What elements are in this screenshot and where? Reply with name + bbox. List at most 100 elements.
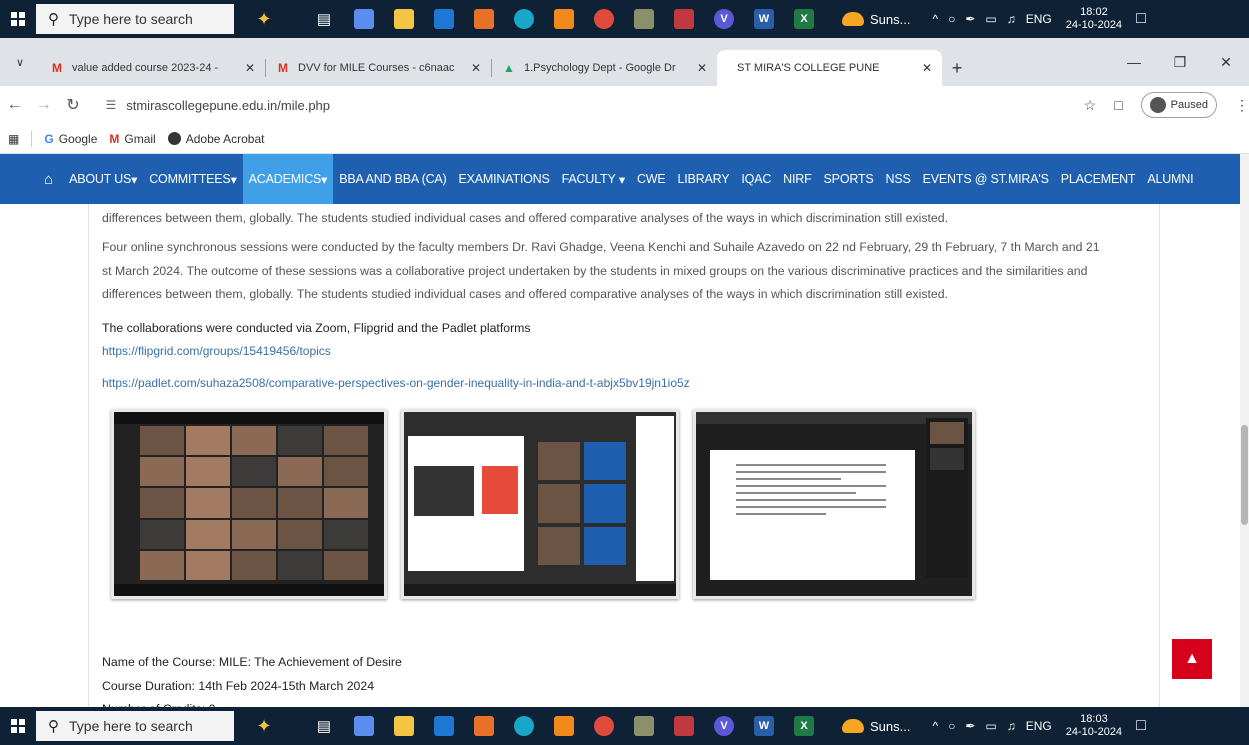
edge-icon[interactable] bbox=[504, 0, 544, 38]
vlc-icon[interactable] bbox=[544, 707, 584, 745]
app-icon-2[interactable] bbox=[464, 707, 504, 745]
tab-st-miras[interactable]: ST MIRA'S COLLEGE PUNE ✕ bbox=[717, 50, 942, 86]
nav-alumni[interactable]: ALUMNI bbox=[1141, 154, 1199, 204]
reload-icon[interactable]: ↻ bbox=[58, 95, 87, 115]
app-icon-1[interactable] bbox=[344, 0, 384, 38]
tab-dvv-mile[interactable]: M DVV for MILE Courses - c6naac ✕ bbox=[266, 50, 491, 86]
weather-widget[interactable]: Suns... bbox=[842, 12, 910, 27]
app-icon-4[interactable] bbox=[664, 0, 704, 38]
battery-icon[interactable]: ▭ bbox=[985, 12, 996, 26]
chevron-up-icon[interactable]: ^ bbox=[932, 12, 938, 26]
volume-icon[interactable]: ♫ bbox=[1007, 719, 1016, 733]
flipgrid-link[interactable]: https://flipgrid.com/groups/15419456/top… bbox=[102, 344, 331, 358]
pen-icon[interactable]: ✒ bbox=[965, 719, 975, 733]
network-icon[interactable]: ○ bbox=[948, 719, 955, 733]
language-indicator[interactable]: ENG bbox=[1026, 12, 1052, 26]
vlc-icon[interactable] bbox=[544, 0, 584, 38]
nav-examinations[interactable]: EXAMINATIONS bbox=[453, 154, 556, 204]
apps-grid-icon[interactable]: ▦ bbox=[8, 132, 19, 146]
extensions-icon[interactable]: □ bbox=[1114, 97, 1122, 113]
start-button[interactable] bbox=[0, 707, 36, 745]
app-icon-5[interactable]: V bbox=[704, 707, 744, 745]
chrome-icon[interactable] bbox=[584, 707, 624, 745]
bird-widget-icon[interactable]: ✦ bbox=[234, 0, 294, 38]
bookmark-gmail[interactable]: M Gmail bbox=[109, 132, 155, 146]
profile-button[interactable]: Paused bbox=[1140, 92, 1217, 118]
app-icon-5[interactable]: V bbox=[704, 0, 744, 38]
network-icon[interactable]: ○ bbox=[948, 12, 955, 26]
back-icon[interactable]: ← bbox=[0, 96, 29, 114]
home-icon[interactable]: ⌂ bbox=[44, 171, 53, 188]
clock[interactable]: 18:02 24-10-2024 bbox=[1066, 6, 1122, 32]
app-icon-3[interactable] bbox=[624, 0, 664, 38]
chevron-up-icon[interactable]: ^ bbox=[932, 719, 938, 733]
nav-academics[interactable]: ACADEMICS ▾ bbox=[242, 154, 334, 204]
nav-iqac[interactable]: IQAC bbox=[735, 154, 777, 204]
system-tray[interactable]: ^ ○ ✒ ▭ ♫ ENG bbox=[932, 719, 1051, 733]
nav-nirf[interactable]: NIRF bbox=[777, 154, 817, 204]
app-icon-1[interactable] bbox=[344, 707, 384, 745]
minimize-icon[interactable]: — bbox=[1111, 54, 1157, 70]
excel-icon[interactable]: X bbox=[784, 0, 824, 38]
nav-sports[interactable]: SPORTS bbox=[818, 154, 880, 204]
notification-icon[interactable]: □ bbox=[1136, 10, 1146, 28]
nav-cwe[interactable]: CWE bbox=[631, 154, 672, 204]
tab-value-added-course[interactable]: M value added course 2023-24 - ✕ bbox=[40, 50, 265, 86]
padlet-link[interactable]: https://padlet.com/suhaza2508/comparativ… bbox=[102, 376, 690, 390]
zoom-session-image[interactable] bbox=[111, 409, 387, 599]
document-session-image[interactable] bbox=[693, 409, 975, 599]
nav-committees[interactable]: COMMITTEES ▾ bbox=[143, 154, 242, 204]
close-icon[interactable]: ✕ bbox=[245, 61, 255, 75]
outlook-icon[interactable] bbox=[424, 0, 464, 38]
app-icon-4[interactable] bbox=[664, 707, 704, 745]
bookmark-adobe-acrobat[interactable]: Adobe Acrobat bbox=[167, 132, 264, 146]
language-indicator[interactable]: ENG bbox=[1026, 719, 1052, 733]
file-explorer-icon[interactable] bbox=[384, 707, 424, 745]
volume-icon[interactable]: ♫ bbox=[1007, 12, 1016, 26]
close-window-icon[interactable]: ✕ bbox=[1203, 54, 1249, 71]
tab-psychology-dept[interactable]: ▲ 1.Psychology Dept - Google Dr ✕ bbox=[492, 50, 717, 86]
excel-icon[interactable]: X bbox=[784, 707, 824, 745]
url-input[interactable]: ☰ stmirascollegepune.edu.in/mile.php bbox=[93, 90, 1076, 120]
taskbar-search[interactable]: ⚲ Type here to search bbox=[36, 711, 234, 741]
nav-bba[interactable]: BBA AND BBA (CA) bbox=[333, 154, 452, 204]
close-icon[interactable]: ✕ bbox=[471, 61, 481, 75]
menu-icon[interactable]: ⋮ bbox=[1235, 97, 1249, 114]
notification-icon[interactable]: □ bbox=[1136, 717, 1146, 735]
site-info-icon[interactable]: ☰ bbox=[105, 98, 116, 112]
nav-library[interactable]: LIBRARY bbox=[672, 154, 736, 204]
chrome-icon[interactable] bbox=[584, 0, 624, 38]
taskbar-search[interactable]: ⚲ Type here to search bbox=[36, 4, 234, 34]
weather-widget[interactable]: Suns... bbox=[842, 719, 910, 734]
restore-icon[interactable]: ❐ bbox=[1157, 54, 1203, 71]
app-icon-3[interactable] bbox=[624, 707, 664, 745]
new-tab-button[interactable]: + bbox=[942, 50, 972, 86]
system-tray[interactable]: ^ ○ ✒ ▭ ♫ ENG bbox=[932, 12, 1051, 26]
close-icon[interactable]: ✕ bbox=[697, 61, 707, 75]
nav-faculty[interactable]: FACULTY ▾ bbox=[556, 154, 631, 204]
nav-about-us[interactable]: ABOUT US ▾ bbox=[63, 154, 143, 204]
task-view-icon[interactable]: ▤ bbox=[304, 0, 344, 38]
bookmark-google[interactable]: G Google bbox=[44, 132, 97, 146]
scrollbar-thumb[interactable] bbox=[1241, 425, 1248, 525]
task-view-icon[interactable]: ▤ bbox=[304, 707, 344, 745]
word-icon[interactable]: W bbox=[744, 707, 784, 745]
edge-icon[interactable] bbox=[504, 707, 544, 745]
bird-widget-icon[interactable]: ✦ bbox=[234, 707, 294, 745]
back-to-top-button[interactable]: ▲ bbox=[1172, 639, 1212, 679]
word-icon[interactable]: W bbox=[744, 0, 784, 38]
nav-placement[interactable]: PLACEMENT bbox=[1055, 154, 1142, 204]
file-explorer-icon[interactable] bbox=[384, 0, 424, 38]
nav-nss[interactable]: NSS bbox=[880, 154, 917, 204]
nav-events[interactable]: EVENTS @ ST.MIRA'S bbox=[917, 154, 1055, 204]
outlook-icon[interactable] bbox=[424, 707, 464, 745]
close-icon[interactable]: ✕ bbox=[922, 61, 932, 75]
start-button[interactable] bbox=[0, 0, 36, 38]
clock[interactable]: 18:03 24-10-2024 bbox=[1066, 713, 1122, 739]
forward-icon[interactable]: → bbox=[29, 96, 58, 114]
presentation-session-image[interactable] bbox=[401, 409, 679, 599]
battery-icon[interactable]: ▭ bbox=[985, 719, 996, 733]
app-icon-2[interactable] bbox=[464, 0, 504, 38]
tab-search-icon[interactable]: ∨ bbox=[0, 38, 40, 86]
pen-icon[interactable]: ✒ bbox=[965, 12, 975, 26]
